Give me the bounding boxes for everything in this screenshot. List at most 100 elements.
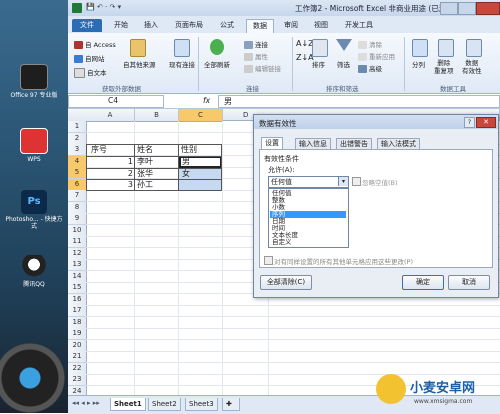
row-header[interactable]: 5 <box>68 167 87 179</box>
fx-icon[interactable]: fx <box>203 96 210 105</box>
cancel-button[interactable]: 取消 <box>448 275 490 290</box>
chevron-down-icon[interactable]: ▾ <box>338 177 348 186</box>
sheet-nav-arrows[interactable]: ◂◂ ◂ ▸ ▸▸ <box>72 399 100 407</box>
row-header[interactable]: 1 <box>68 121 87 133</box>
row-header[interactable]: 19 <box>68 328 87 340</box>
tab-developer[interactable]: 开发工具 <box>340 19 378 32</box>
group-sort-filter: 排序和筛选 <box>326 85 359 93</box>
desktop-icon-label: WPS <box>27 156 41 163</box>
help-icon[interactable]: ? <box>464 117 475 128</box>
data-validation-dialog: 数据有效性 ? ✕ 设置 输入信息 出错警告 输入法模式 有效性条件 允许(A)… <box>253 114 499 298</box>
connections-button[interactable]: 连接 <box>244 39 268 49</box>
row-header[interactable]: 23 <box>68 374 87 386</box>
clear-button[interactable]: 清除 <box>358 39 382 49</box>
desktop-icon-wps[interactable]: WPS <box>4 128 64 163</box>
row-header[interactable]: 15 <box>68 282 87 294</box>
maximize-button[interactable] <box>458 2 476 15</box>
desktop-icon-label: 腾讯QQ <box>23 281 45 288</box>
from-access-button[interactable]: 自 Access <box>74 39 116 49</box>
apply-all-checkbox[interactable] <box>264 256 273 265</box>
row-header[interactable]: 9 <box>68 213 87 225</box>
row-header[interactable]: 3 <box>68 144 87 156</box>
insert-sheet-icon[interactable]: ✚ <box>222 398 240 411</box>
watermark: 小麦安卓网 www.xmsigma.com <box>376 372 500 413</box>
properties-button[interactable]: 属性 <box>244 51 268 61</box>
photoshop-icon: Ps <box>21 190 47 214</box>
table-divider <box>86 179 222 180</box>
desktop-icon-qq[interactable]: 腾讯QQ <box>4 255 64 288</box>
row-header[interactable]: 8 <box>68 201 87 214</box>
qq-penguin-icon <box>21 255 47 279</box>
from-text-button[interactable]: 自文本 <box>74 67 107 78</box>
desktop-icon-photoshop[interactable]: Ps Photosho... - 快捷方式 <box>4 190 64 230</box>
tab-file[interactable]: 文件 <box>72 19 102 32</box>
desktop-icon-office[interactable]: Office 97 专业版 <box>4 64 64 99</box>
ribbon-separator <box>198 37 199 91</box>
row-header[interactable]: 2 <box>68 132 87 145</box>
watermark-logo-icon <box>376 374 406 404</box>
advanced-button[interactable]: 高级 <box>358 63 382 73</box>
row-header[interactable]: 13 <box>68 259 87 271</box>
ignore-blank-checkbox[interactable] <box>352 177 361 186</box>
reapply-button[interactable]: 重新应用 <box>358 51 395 61</box>
edit-links-button[interactable]: 编辑链接 <box>244 63 281 73</box>
remove-duplicates-button[interactable]: 删除 重复项 <box>434 59 454 75</box>
close-button[interactable] <box>476 2 500 15</box>
tab-home[interactable]: 开始 <box>110 19 132 32</box>
refresh-all-button[interactable]: 全部刷新 <box>204 59 230 69</box>
column-header[interactable]: A <box>86 109 135 122</box>
column-header[interactable]: C <box>179 109 223 122</box>
minimize-button[interactable] <box>440 2 458 15</box>
dialog-title: 数据有效性 <box>259 119 297 128</box>
other-sources-button[interactable]: 自其他来源 <box>123 59 156 69</box>
ok-button[interactable]: 确定 <box>402 275 444 290</box>
table-divider <box>86 156 222 157</box>
steering-wheel-wallpaper <box>0 318 68 413</box>
formula-input[interactable] <box>218 95 500 108</box>
sort-button[interactable]: 排序 <box>312 59 325 69</box>
row-header[interactable]: 12 <box>68 247 87 260</box>
sheet-tab-1[interactable]: Sheet1 <box>110 398 146 411</box>
text-file-icon <box>74 68 85 78</box>
text-to-columns-button[interactable]: 分列 <box>412 59 425 69</box>
data-validation-button[interactable]: 数据 有效性 <box>462 59 482 75</box>
tab-insert[interactable]: 插入 <box>140 19 162 32</box>
sort-desc-button[interactable]: Z↓A <box>296 53 314 62</box>
tab-review[interactable]: 审阅 <box>280 19 302 32</box>
tab-data[interactable]: 数据 <box>246 19 274 33</box>
sheet-tab-3[interactable]: Sheet3 <box>185 398 218 411</box>
filter-button[interactable]: 筛选 <box>337 59 350 69</box>
table-divider <box>86 168 222 169</box>
grid-line <box>86 316 500 317</box>
watermark-url: www.xmsigma.com <box>414 398 473 405</box>
group-connections: 连接 <box>246 85 259 93</box>
row-header[interactable]: 11 <box>68 236 87 248</box>
quick-access-toolbar[interactable]: 💾 ↶ · ↷ ▾ <box>86 3 121 11</box>
row-header[interactable]: 4 <box>68 155 87 168</box>
tab-view[interactable]: 视图 <box>310 19 332 32</box>
row-header[interactable]: 18 <box>68 316 87 329</box>
allow-options-list[interactable]: 任何值 整数 小数 序列 日期 时间 文本长度 自定义 <box>268 188 349 248</box>
allow-option[interactable]: 自定义 <box>270 239 346 246</box>
tab-formulas[interactable]: 公式 <box>216 19 238 32</box>
sheet-tab-2[interactable]: Sheet2 <box>148 398 181 411</box>
row-header[interactable]: 7 <box>68 190 87 202</box>
row-header[interactable]: 22 <box>68 362 87 375</box>
dialog-close-icon[interactable]: ✕ <box>476 117 496 128</box>
sort-asc-button[interactable]: A↓Z <box>296 39 314 48</box>
tab-page-layout[interactable]: 页面布局 <box>170 19 208 32</box>
row-header[interactable]: 17 <box>68 305 87 317</box>
desktop-icon-label: Photosho... - 快捷方式 <box>5 216 63 230</box>
column-header[interactable]: B <box>135 109 179 122</box>
row-header[interactable]: 14 <box>68 270 87 283</box>
row-header[interactable]: 10 <box>68 224 87 237</box>
from-web-button[interactable]: 自网站 <box>74 53 105 63</box>
row-header[interactable]: 16 <box>68 293 87 306</box>
ignore-blank-label: 忽略空值(B) <box>362 179 398 187</box>
existing-connections-button[interactable]: 现有连接 <box>169 59 195 69</box>
data-validation-icon <box>466 39 482 57</box>
row-header[interactable]: 6 <box>68 178 87 191</box>
row-header[interactable]: 21 <box>68 351 87 363</box>
clear-all-button[interactable]: 全部清除(C) <box>260 275 312 290</box>
row-header[interactable]: 20 <box>68 339 87 352</box>
